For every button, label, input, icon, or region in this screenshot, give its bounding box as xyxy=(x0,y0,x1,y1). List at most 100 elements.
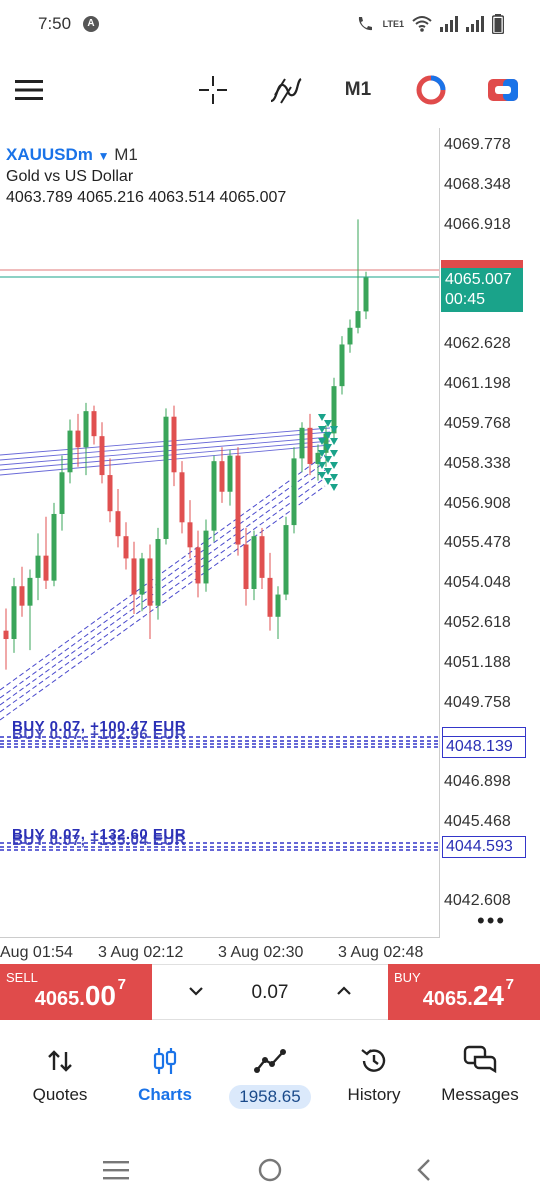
time-axis: Aug 01:54 3 Aug 02:12 3 Aug 02:30 3 Aug … xyxy=(0,942,440,966)
nav-charts-label: Charts xyxy=(138,1085,192,1104)
more-icon[interactable]: ••• xyxy=(477,908,506,934)
ohlc-values: 4063.789 4065.216 4063.514 4065.007 xyxy=(6,189,287,206)
candle-body xyxy=(107,475,113,512)
menu-button[interactable] xyxy=(12,70,46,110)
time-label: 3 Aug 02:12 xyxy=(98,944,184,961)
time-label: Aug 01:54 xyxy=(0,944,73,961)
position-arrow xyxy=(318,462,326,469)
time-label: 3 Aug 02:30 xyxy=(218,944,304,961)
candle-body xyxy=(267,577,273,617)
candle-body xyxy=(19,586,25,606)
trend-line xyxy=(0,461,326,699)
price-tick: 4055.478 xyxy=(444,534,511,551)
buy-price: 4065.24 xyxy=(422,980,504,1011)
timeframe-button[interactable]: M1 xyxy=(340,70,376,110)
price-tick: 4058.338 xyxy=(444,455,511,472)
candle-body xyxy=(363,277,369,312)
account-balance: 1958.65 xyxy=(229,1085,311,1109)
candle-body xyxy=(203,530,209,584)
current-price-tag: 4065.007 00:45 xyxy=(441,268,523,312)
candle-body xyxy=(131,558,137,595)
candle-body xyxy=(147,558,153,606)
candle-body xyxy=(235,455,241,545)
price-tick: 4054.048 xyxy=(444,574,511,591)
price-tick: 4062.628 xyxy=(444,335,511,352)
order-label-1b[interactable]: BUY 0.07, +102.96 EUR xyxy=(12,726,186,743)
sell-price-sup: 7 xyxy=(117,976,126,993)
nav-quotes[interactable]: Quotes xyxy=(10,1044,110,1105)
nav-messages[interactable]: Messages xyxy=(430,1044,530,1105)
position-arrow xyxy=(330,426,338,433)
volume-increase-icon[interactable] xyxy=(334,981,354,1001)
one-click-trading-button[interactable] xyxy=(486,70,520,110)
nav-history[interactable]: History xyxy=(324,1044,424,1105)
position-arrow xyxy=(330,484,338,491)
bar-timer: 00:45 xyxy=(445,291,486,308)
position-arrow xyxy=(330,438,338,445)
buy-button[interactable]: BUY 4065.24 7 xyxy=(388,964,540,1020)
quotes-icon xyxy=(48,1050,72,1072)
candle-body xyxy=(163,416,169,539)
candle-body xyxy=(11,586,17,640)
price-scale[interactable]: 4069.778 4068.348 4066.918 4062.628 4061… xyxy=(440,128,540,938)
trade-history-button[interactable] xyxy=(414,70,448,110)
nav-history-label: History xyxy=(347,1085,401,1104)
indicators-button[interactable] xyxy=(266,70,306,110)
status-bar: 7:50 A LTE1 xyxy=(0,0,540,52)
candle-body xyxy=(139,558,145,595)
crosshair-icon xyxy=(199,76,227,104)
chart-toolbar: M1 xyxy=(0,60,540,122)
trend-line xyxy=(0,454,326,691)
symbol-dropdown-icon[interactable]: ▼ xyxy=(98,149,110,163)
order-label-2b[interactable]: BUY 0.07, +135.04 EUR xyxy=(12,832,186,849)
position-arrow xyxy=(324,420,332,427)
price-tick: 4069.778 xyxy=(444,136,511,153)
symbol-timeframe: M1 xyxy=(114,145,138,164)
price-tick: 4049.758 xyxy=(444,694,511,711)
network-label: LTE1 xyxy=(382,19,404,29)
price-tick: 4045.468 xyxy=(444,813,511,830)
position-arrow xyxy=(330,462,338,469)
position-arrow xyxy=(330,450,338,457)
sell-button[interactable]: SELL 4065.00 7 xyxy=(0,964,152,1020)
chart-area[interactable] xyxy=(0,128,440,938)
recents-icon[interactable] xyxy=(103,1160,129,1180)
price-tick: 4066.918 xyxy=(444,216,511,233)
messages-icon xyxy=(463,1045,497,1074)
nav-charts[interactable]: Charts xyxy=(115,1044,215,1105)
price-chart[interactable] xyxy=(0,128,440,938)
candle-body xyxy=(339,344,345,387)
candle-body xyxy=(347,327,353,345)
candle-body xyxy=(155,538,161,606)
candle-body xyxy=(99,436,105,476)
candle-body xyxy=(91,411,97,437)
trade-history-icon xyxy=(416,75,446,105)
candle-body xyxy=(195,547,201,584)
position-arrow xyxy=(324,468,332,475)
current-price: 4065.007 xyxy=(445,271,512,288)
time-label: 3 Aug 02:48 xyxy=(338,944,424,961)
chart-info: XAUUSDm ▼ M1 Gold vs US Dollar 4063.789 … xyxy=(6,145,286,207)
candle-body xyxy=(3,630,9,640)
candle-body xyxy=(291,458,297,526)
bottom-nav: Quotes Charts 1958.65 History Messages xyxy=(0,1030,540,1120)
nav-trade[interactable]: 1958.65 xyxy=(220,1044,320,1109)
sell-label: SELL xyxy=(6,970,38,985)
sell-price: 4065.00 xyxy=(34,980,116,1011)
candle-body xyxy=(115,511,121,537)
status-time: 7:50 xyxy=(38,14,72,33)
candle-body xyxy=(35,555,41,578)
candle-body xyxy=(275,594,281,617)
order-price-tag-2[interactable]: 4044.593 xyxy=(442,836,526,858)
wifi-icon xyxy=(412,16,432,32)
charts-icon xyxy=(153,1048,177,1074)
candle-body xyxy=(355,311,361,328)
battery-icon xyxy=(492,14,504,34)
back-icon[interactable] xyxy=(416,1158,432,1182)
home-icon[interactable] xyxy=(258,1158,282,1182)
position-arrow xyxy=(330,474,338,481)
symbol-name[interactable]: XAUUSDm xyxy=(6,145,93,164)
crosshair-button[interactable] xyxy=(196,70,230,110)
menu-icon xyxy=(15,80,43,100)
order-price-tag-1[interactable]: 4048.139 xyxy=(442,736,526,758)
